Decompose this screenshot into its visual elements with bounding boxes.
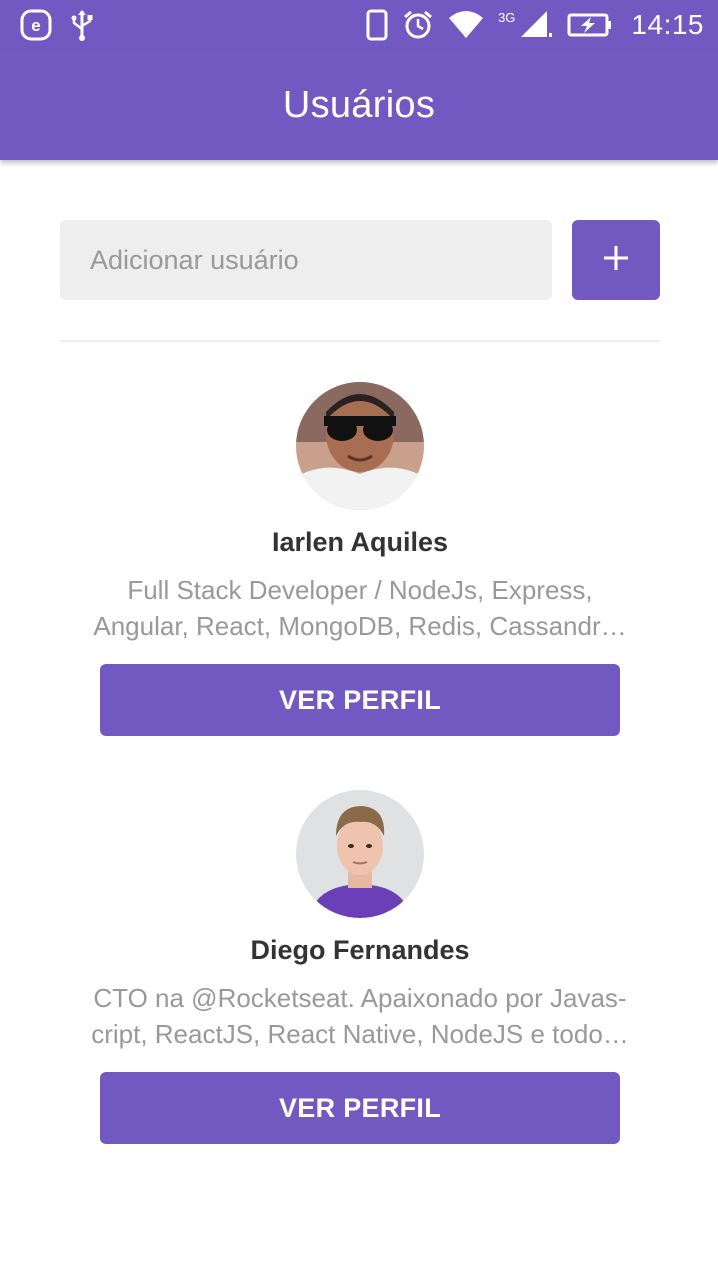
add-user-input-placeholder: Adicionar usuário — [90, 244, 299, 275]
svg-text:e: e — [31, 16, 40, 35]
user-bio: Full Stack Developer / NodeJs, Express, … — [90, 572, 630, 644]
user-bio-line: Full Stack Developer / NodeJs, Express, — [127, 575, 593, 605]
view-profile-button[interactable]: VER PERFIL — [100, 1072, 620, 1144]
phone-icon — [366, 9, 388, 41]
avatar — [296, 790, 424, 918]
status-bar-right: 3G 14:15 — [366, 9, 704, 41]
battery-charging-icon — [567, 12, 613, 38]
app-bar: Usuários — [0, 50, 718, 160]
alarm-icon — [402, 9, 434, 41]
plus-icon — [603, 245, 629, 276]
user-bio-line: cript, ReactJS, React Native, NodeJS e t… — [91, 1019, 629, 1049]
status-bar-left: e — [20, 9, 94, 41]
user-name: Diego Fernandes — [250, 935, 470, 965]
avatar — [296, 382, 424, 510]
user-bio: CTO na @Rocketseat. Apaixonado por Javas… — [90, 980, 630, 1052]
user-name: Iarlen Aquiles — [271, 527, 449, 557]
add-user-form: Adicionar usuário — [60, 220, 660, 300]
add-user-input[interactable]: Adicionar usuário — [60, 220, 552, 300]
user-card: Iarlen Aquiles Full Stack Developer / No… — [93, 382, 627, 736]
view-profile-button[interactable]: VER PERFIL — [100, 664, 620, 736]
app-e-icon: e — [20, 9, 52, 41]
page-title: Usuários — [282, 83, 436, 126]
add-user-button[interactable] — [572, 220, 660, 300]
user-card: Diego Fernandes CTO na @Rocketseat. Apai… — [91, 790, 629, 1144]
clock-time: 14:15 — [631, 9, 704, 40]
signal-icon — [519, 9, 553, 41]
user-bio-line: CTO na @Rocketseat. Apaixonado por Javas… — [93, 983, 627, 1013]
usb-icon — [70, 9, 94, 41]
status-bar: e 3G 14:15 — [0, 0, 718, 50]
divider — [60, 340, 660, 342]
user-bio-line: Angular, React, MongoDB, Redis, Cassandr… — [93, 611, 627, 641]
network-type-label: 3G — [498, 9, 516, 25]
wifi-icon — [448, 10, 484, 40]
